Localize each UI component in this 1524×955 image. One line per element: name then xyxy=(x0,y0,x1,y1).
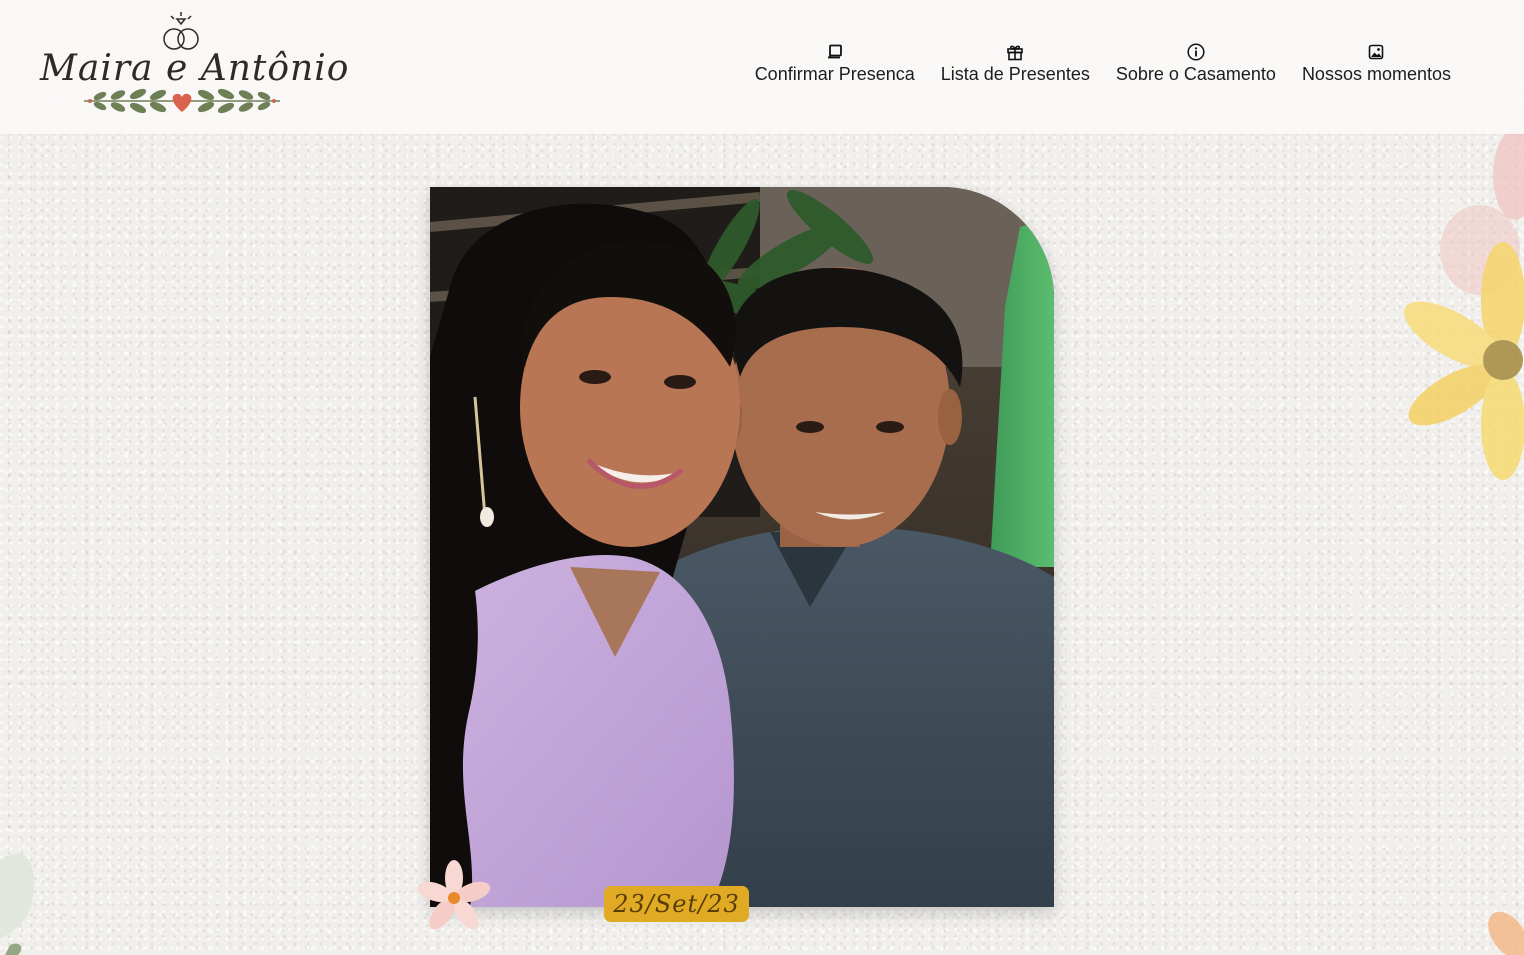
site-logo[interactable]: Maira e Antônio xyxy=(40,8,348,126)
nav-label: Confirmar Presenca xyxy=(754,64,915,84)
watercolor-flower-bottom-right xyxy=(1488,911,1524,955)
nav-confirmar-presenca[interactable]: Confirmar Presenca xyxy=(742,42,928,85)
site-header: Maira e Antônio Confirmar Presenca Lista… xyxy=(0,0,1524,134)
rsvp-card-icon xyxy=(825,42,845,62)
nav-label: Nossos momentos xyxy=(1301,64,1451,84)
watercolor-flowers-right xyxy=(1404,130,1524,480)
couple-photo xyxy=(430,187,1054,907)
nav-label: Sobre o Casamento xyxy=(1115,64,1276,84)
nav-nossos-momentos[interactable]: Nossos momentos xyxy=(1289,42,1464,85)
nav-sobre-o-casamento[interactable]: Sobre o Casamento xyxy=(1103,42,1289,85)
pink-flower-ornament xyxy=(418,860,491,930)
gift-icon xyxy=(1005,42,1025,62)
heart-laurel-icon xyxy=(84,88,280,114)
info-icon xyxy=(1186,42,1206,62)
watercolor-leaf-left xyxy=(0,853,34,955)
wedding-date-badge: 23/Set/23 xyxy=(604,886,749,922)
nav-lista-de-presentes[interactable]: Lista de Presentes xyxy=(928,42,1103,85)
main-nav: Confirmar Presenca Lista de Presentes So… xyxy=(742,42,1464,85)
image-icon xyxy=(1366,42,1386,62)
nav-label: Lista de Presentes xyxy=(940,64,1090,84)
